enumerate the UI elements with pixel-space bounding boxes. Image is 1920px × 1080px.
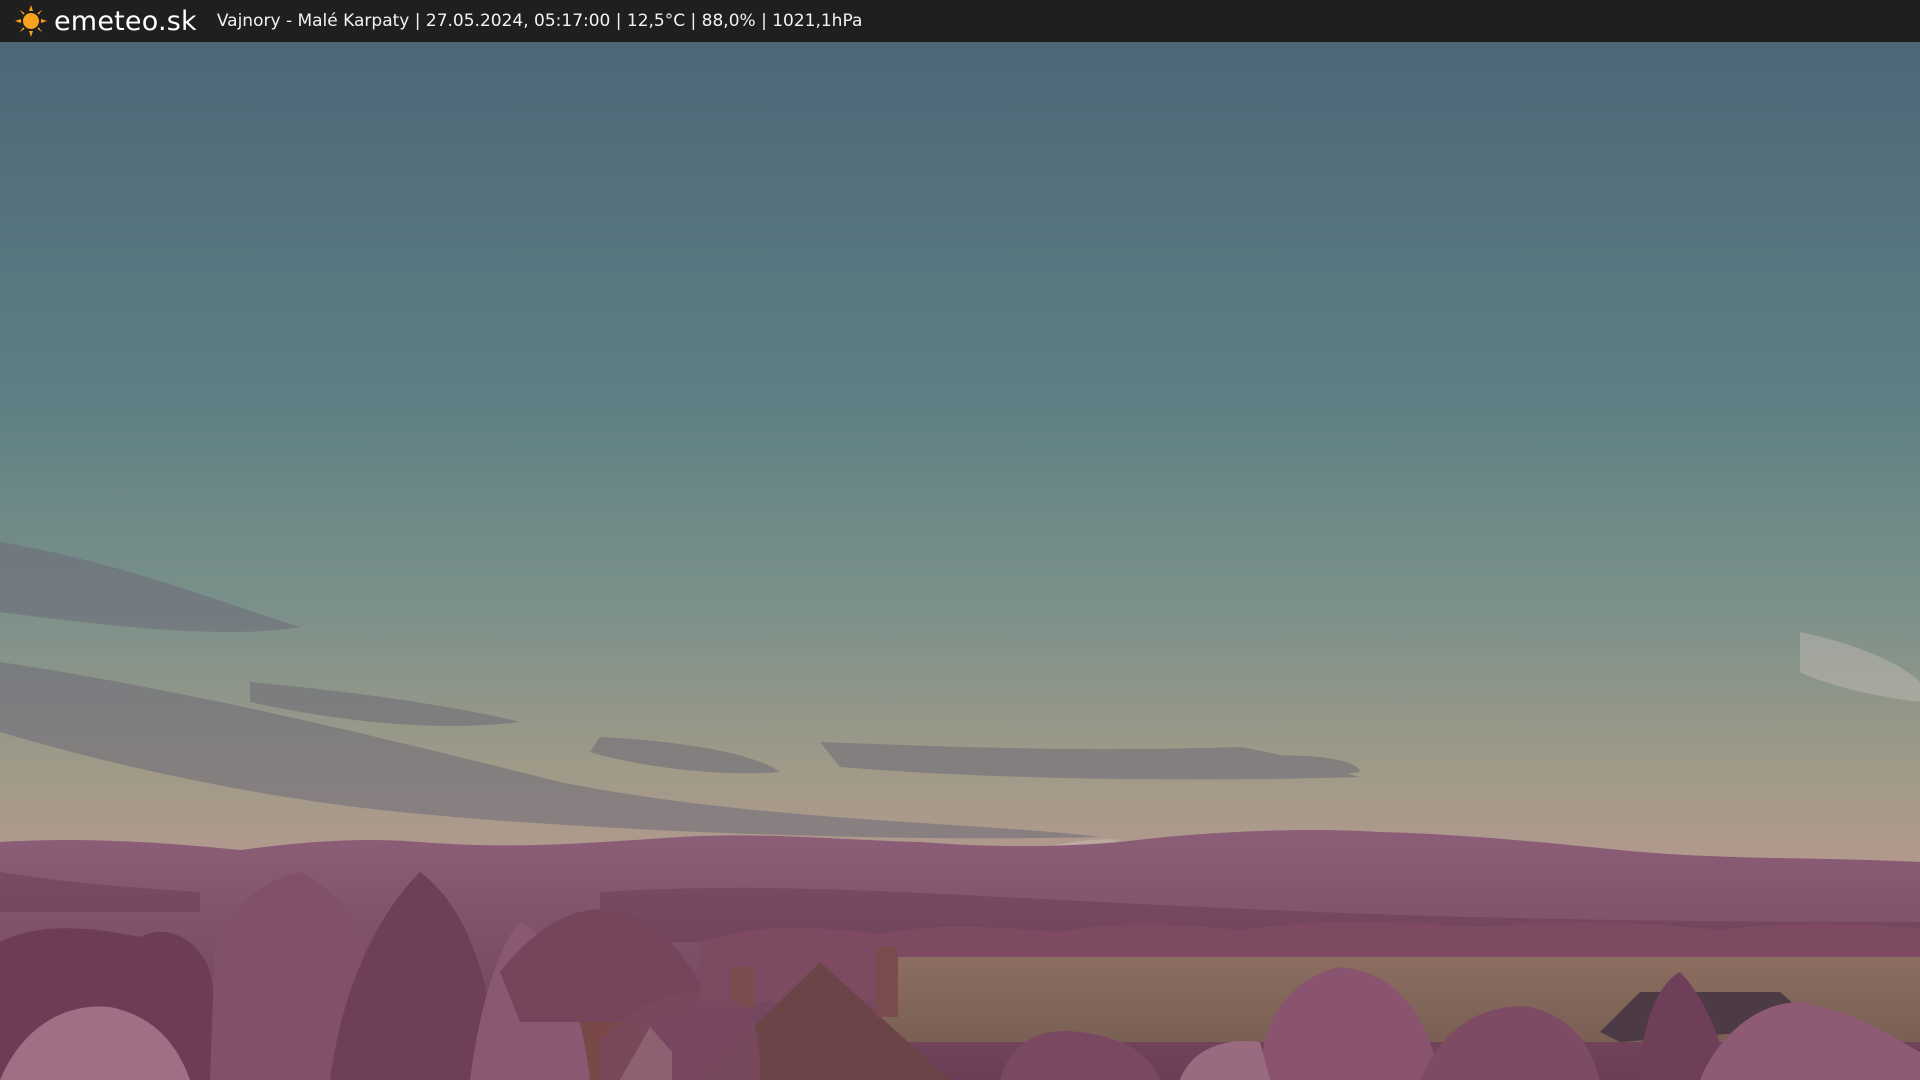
webcam-image [0, 42, 1920, 1080]
sun-icon [14, 4, 48, 38]
brand-name: emeteo.sk [54, 5, 197, 37]
station-caption: Vajnory - Malé Karpaty | 27.05.2024, 05:… [216, 11, 863, 31]
webcam-frame: emeteo.sk Vajnory - Malé Karpaty | 27.05… [0, 0, 1920, 1080]
header-bar: emeteo.sk Vajnory - Malé Karpaty | 27.05… [0, 0, 1920, 42]
site-logo[interactable]: emeteo.sk [14, 0, 197, 42]
